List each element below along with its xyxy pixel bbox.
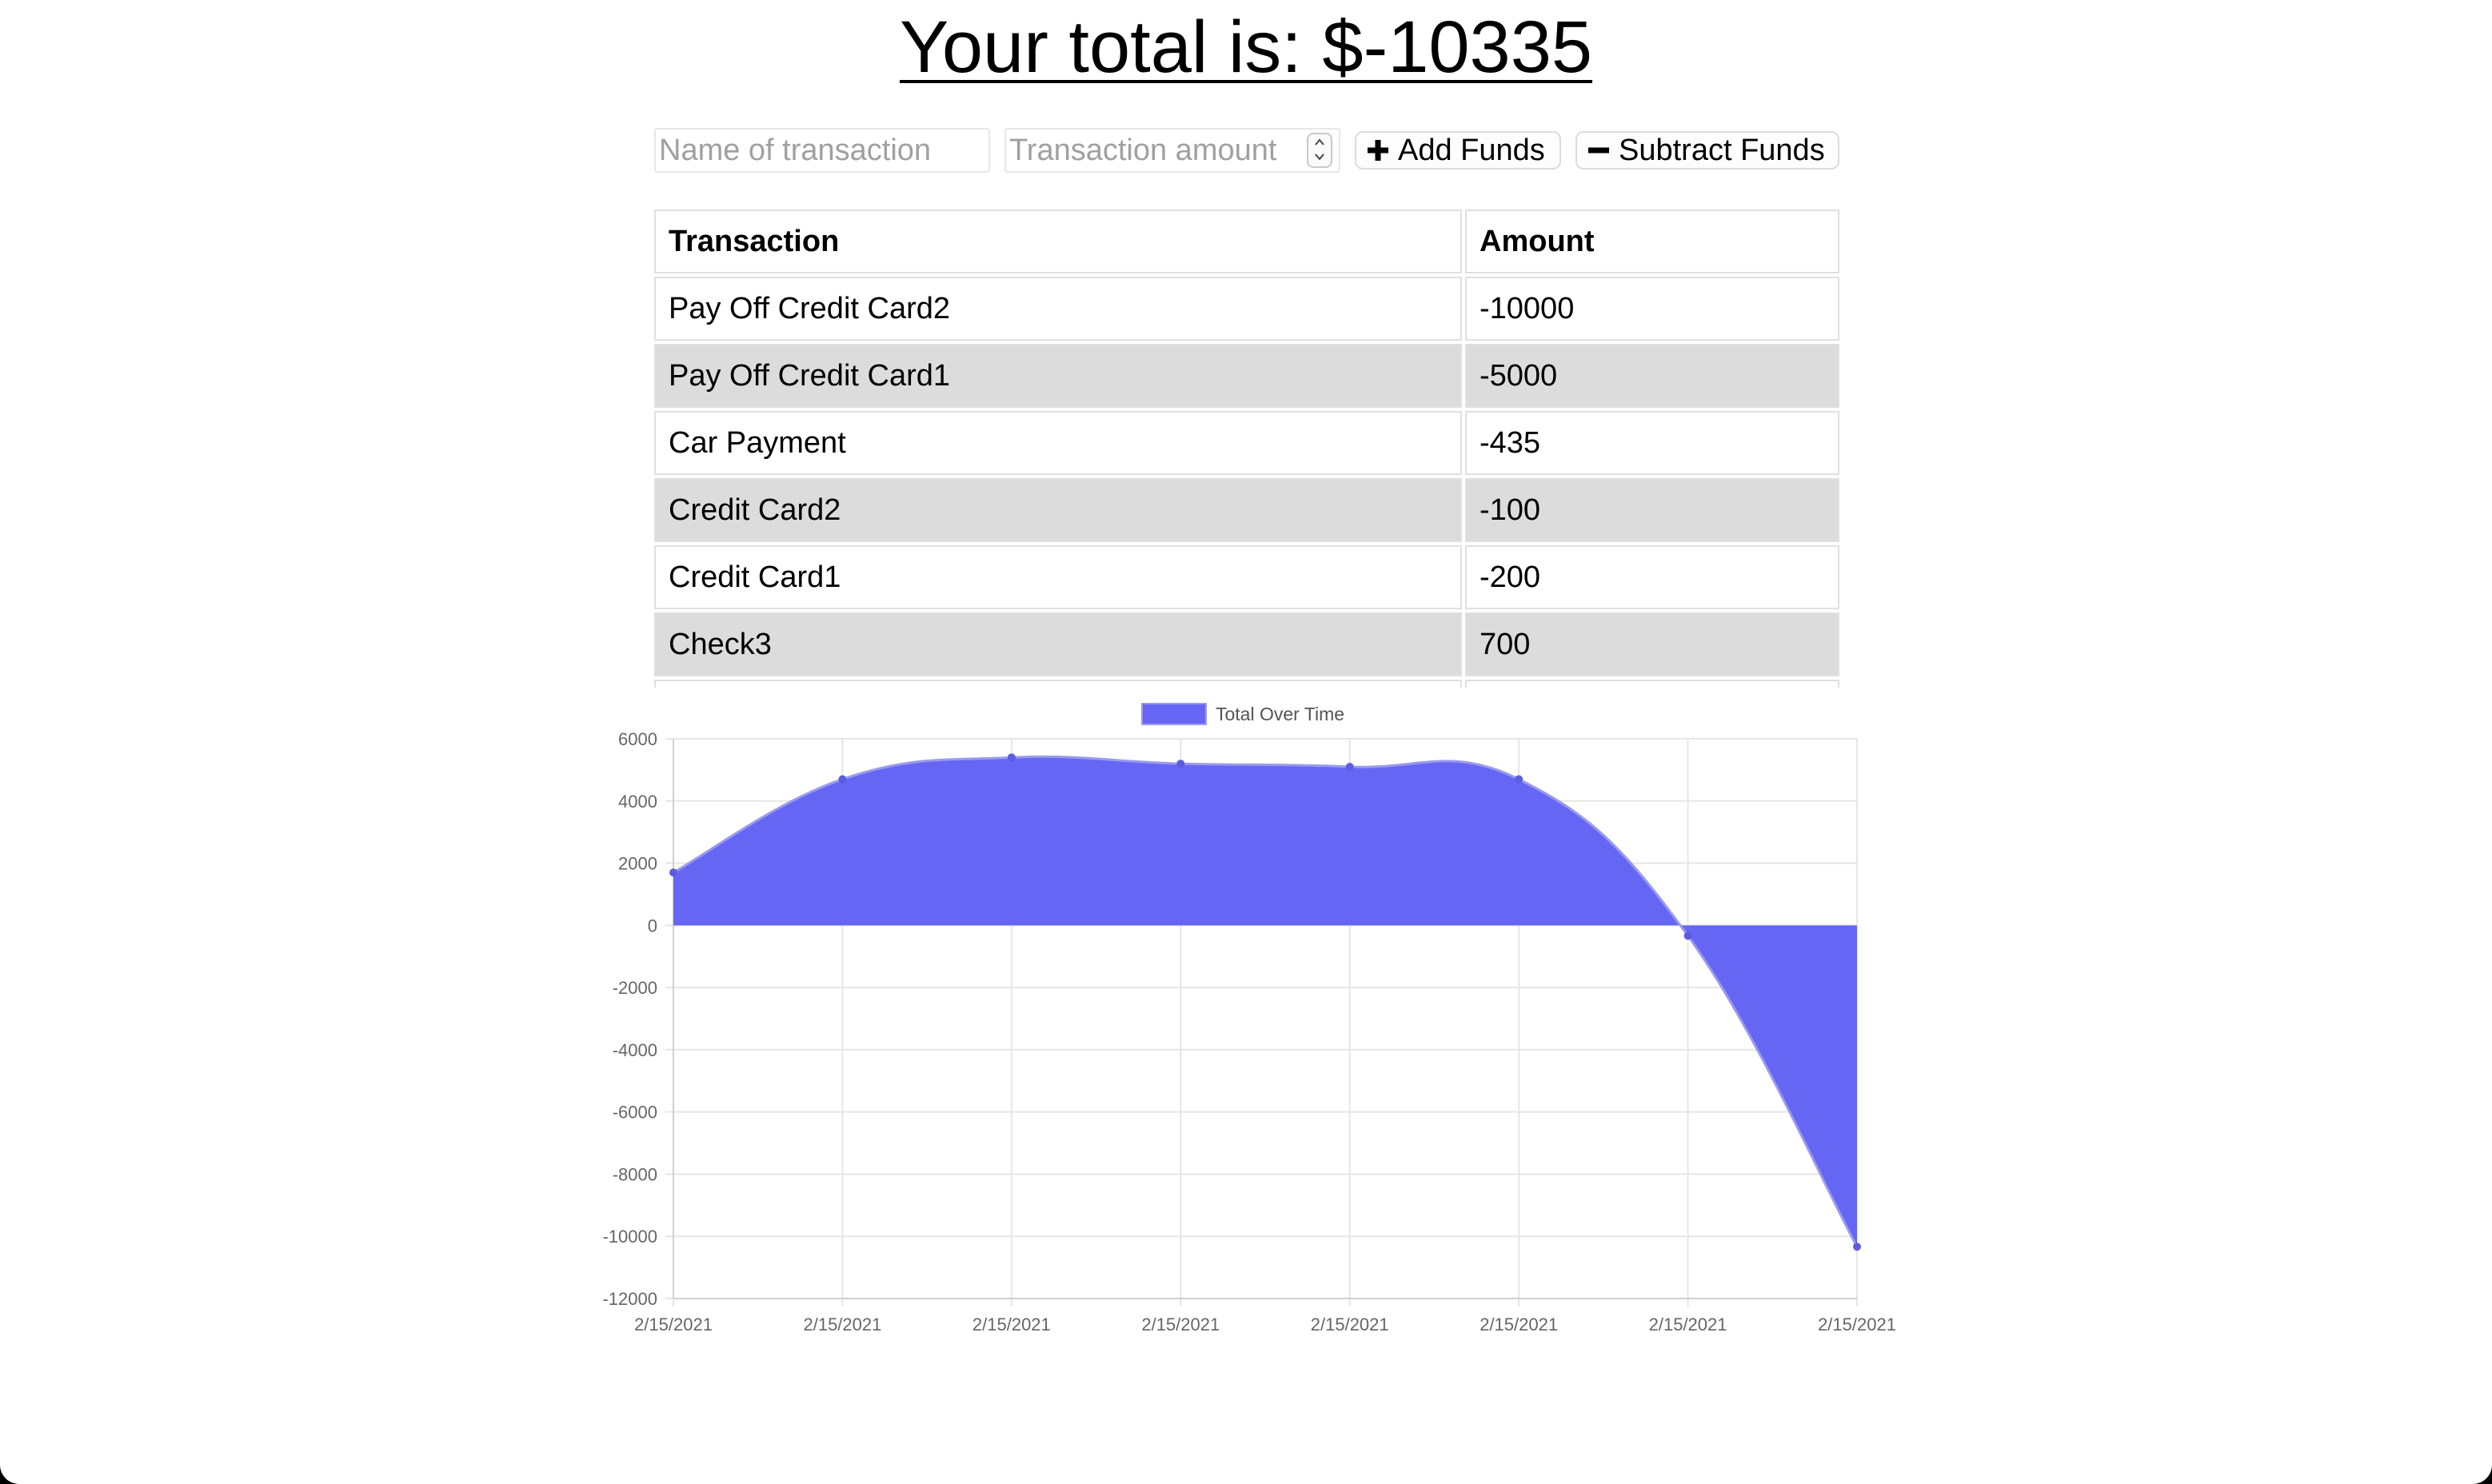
table-row: Credit Card2 -100 (654, 478, 1839, 542)
transaction-name-cell: Credit Card2 (654, 478, 1462, 542)
data-point (1345, 763, 1354, 771)
plus-icon (1368, 140, 1388, 161)
y-tick-label: 4000 (618, 792, 657, 812)
table-row: Credit Card1 -200 (654, 545, 1839, 609)
x-tick-label: 2/15/2021 (1311, 1314, 1389, 1334)
table-row (654, 680, 1839, 688)
series-area (673, 756, 1857, 1247)
x-tick-label: 2/15/2021 (634, 1314, 713, 1334)
transaction-amount-cell: -100 (1465, 478, 1839, 542)
y-tick-label: -12000 (602, 1289, 657, 1309)
y-tick-label: 6000 (618, 729, 657, 749)
table-row: Car Payment -435 (654, 411, 1839, 475)
stepper-up-icon[interactable] (1313, 136, 1326, 149)
table-row: Check3 700 (654, 612, 1839, 676)
amount-stepper[interactable] (1307, 133, 1332, 168)
column-header-transaction: Transaction (654, 209, 1462, 273)
y-tick-label: -4000 (613, 1040, 657, 1060)
total-text: Your total is: $-10335 (899, 6, 1593, 88)
y-tick-label: 2000 (618, 854, 657, 874)
minus-icon (1588, 147, 1609, 154)
subtract-funds-label: Subtract Funds (1619, 133, 1825, 167)
data-point (1853, 1243, 1861, 1251)
y-tick-label: -8000 (613, 1164, 657, 1184)
transaction-name-cell: Car Payment (654, 411, 1462, 475)
table-row: Pay Off Credit Card1 -5000 (654, 344, 1839, 408)
transaction-name-cell: Credit Card1 (654, 545, 1462, 609)
transaction-name-cell: Check3 (654, 612, 1462, 676)
y-tick-label: -2000 (613, 978, 657, 998)
data-point (669, 868, 677, 877)
table-header-row: Transaction Amount (654, 209, 1839, 273)
transaction-form: Add Funds Subtract Funds (0, 128, 2492, 176)
column-header-amount: Amount (1465, 209, 1839, 273)
transaction-name-cell: Pay Off Credit Card1 (654, 344, 1462, 408)
x-tick-label: 2/15/2021 (1480, 1314, 1558, 1334)
add-funds-label: Add Funds (1398, 133, 1545, 167)
y-tick-label: -10000 (602, 1227, 657, 1247)
chart-canvas: 6000 4000 2000 0 -2000 -4000 -6000 -8000 -10000 -… (602, 703, 1896, 1334)
data-point (1007, 753, 1016, 762)
x-tick-label: 2/15/2021 (972, 1314, 1051, 1334)
data-point (1515, 775, 1524, 784)
transaction-table: Transaction Amount Pay Off Credit Card2 … (654, 209, 1839, 688)
stepper-down-icon[interactable] (1313, 150, 1326, 163)
legend-swatch (1141, 703, 1207, 725)
app-page: Your total is: $-10335 Add Funds Subtrac… (0, 0, 2492, 1484)
transaction-amount-cell: -5000 (1465, 344, 1839, 408)
add-funds-button[interactable]: Add Funds (1355, 131, 1561, 170)
total-chart: 6000 4000 2000 0 -2000 -4000 -6000 -8000 -10000 -… (584, 688, 1911, 1343)
transaction-name-cell (654, 680, 1462, 688)
y-tick-label: 0 (648, 916, 657, 935)
data-point (838, 775, 847, 784)
total-heading: Your total is: $-10335 (0, 3, 2492, 91)
y-tick-label: -6000 (613, 1103, 657, 1123)
transaction-amount-cell (1465, 680, 1839, 688)
transaction-amount-cell: -435 (1465, 411, 1839, 475)
legend-label: Total Over Time (1216, 704, 1344, 724)
transaction-amount-cell: 700 (1465, 612, 1839, 676)
transaction-name-cell: Pay Off Credit Card2 (654, 277, 1462, 341)
x-tick-label: 2/15/2021 (1649, 1314, 1727, 1334)
x-tick-label: 2/15/2021 (803, 1314, 881, 1334)
transaction-amount-input[interactable] (1004, 128, 1340, 173)
transaction-table-container[interactable]: Transaction Amount Pay Off Credit Card2 … (654, 209, 1839, 688)
data-point (1683, 931, 1692, 940)
data-point (1176, 760, 1185, 768)
transaction-amount-cell: -200 (1465, 545, 1839, 609)
transaction-amount-cell: -10000 (1465, 277, 1839, 341)
table-row: Pay Off Credit Card2 -10000 (654, 277, 1839, 341)
transaction-name-input[interactable] (654, 128, 990, 173)
x-tick-label: 2/15/2021 (1818, 1314, 1896, 1334)
x-tick-label: 2/15/2021 (1141, 1314, 1220, 1334)
subtract-funds-button[interactable]: Subtract Funds (1575, 131, 1839, 170)
